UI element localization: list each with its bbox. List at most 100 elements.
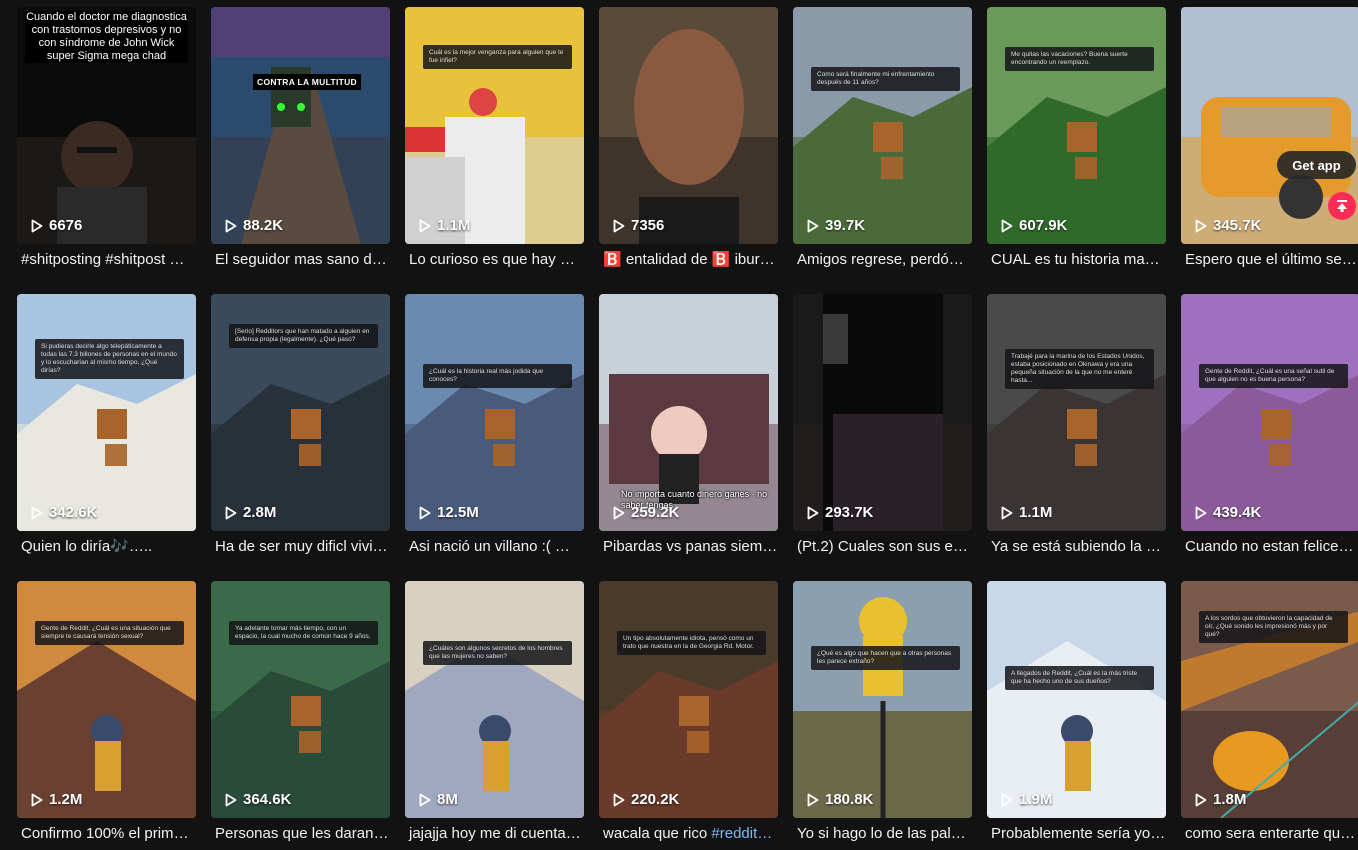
play-icon [1195,219,1207,232]
video-caption[interactable]: #shitposting #shitpost … [17,251,196,269]
video-thumbnail[interactable]: Si pudieras decirle algo telepáticamente… [17,294,196,531]
view-count-label: 259.2K [631,504,680,521]
video-card[interactable]: 293.7K (Pt.2) Cuales son sus ex… [793,294,972,569]
video-thumbnail[interactable]: ¿Qué es algo que hacen que a otras perso… [793,581,972,818]
scroll-to-top-button[interactable] [1328,192,1356,220]
view-count-label: 12.5M [437,504,479,521]
view-count-label: 1.1M [1019,504,1053,521]
thumbnail-art [17,581,196,818]
video-thumbnail[interactable]: [Serio] Redditors que han matado a algui… [211,294,390,531]
video-thumbnail[interactable]: ¿Cuáles son algunos secretos de los homb… [405,581,584,818]
video-thumbnail[interactable]: A los sordos que obtuvieron la capacidad… [1181,581,1358,818]
video-card[interactable]: ¿Cuál es la historia real más jodida que… [405,294,584,569]
video-thumbnail[interactable]: CONTRA LA MULTITUD 88.2K [211,7,390,244]
video-card[interactable]: Si pudieras decirle algo telepáticamente… [17,294,196,569]
video-caption[interactable]: como sera enterarte qu… [1181,825,1358,843]
video-card[interactable]: 7356 🅱️ entalidad de 🅱️ iburo… [599,7,778,282]
video-card[interactable]: A los sordos que obtuvieron la capacidad… [1181,581,1358,850]
video-thumbnail[interactable]: Trabajé para la marina de los Estados Un… [987,294,1166,531]
reddit-post-overlay: Un tipo absolutamente idiota, pensó como… [617,631,766,655]
video-thumbnail[interactable]: Cuando el doctor me diagnostica con tras… [17,7,196,244]
video-caption[interactable]: Amigos regrese, perdón… [793,251,972,269]
thumbnail-art [599,581,778,818]
thumbnail-art [17,294,196,531]
thumbnail-art [211,581,390,818]
video-caption[interactable]: Lo curioso es que hay m… [405,251,584,269]
play-icon [31,506,43,519]
video-caption[interactable]: wacala que rico #reddit… [599,825,778,843]
view-count-label: 342.6K [49,504,98,521]
play-icon [613,506,625,519]
video-caption[interactable]: Espero que el último se… [1181,251,1358,269]
video-thumbnail[interactable]: No importa cuanto dinero ganes · no sabe… [599,294,778,531]
play-icon [1195,506,1207,519]
video-caption[interactable]: jajajja hoy me di cuenta … [405,825,584,843]
view-count: 1.8M [1195,791,1246,808]
reddit-post-overlay: ¿Qué es algo que hacen que a otras perso… [811,646,960,670]
video-caption[interactable]: Ya se está subiendo la p… [987,538,1166,556]
video-thumbnail[interactable]: Un tipo absolutamente idiota, pensó como… [599,581,778,818]
view-count: 1.2M [31,791,82,808]
video-card[interactable]: Como será finalmente mi enfrentamiento d… [793,7,972,282]
play-icon [807,219,819,232]
video-card[interactable]: Me quitas las vacaciones? Buena suerte e… [987,7,1166,282]
video-thumbnail[interactable]: 7356 [599,7,778,244]
video-thumbnail[interactable]: 293.7K [793,294,972,531]
play-icon [419,793,431,806]
video-thumbnail[interactable]: Cuál es la mejor venganza para alguien q… [405,7,584,244]
video-card[interactable]: Gente de Reddit, ¿Cuál es una situación … [17,581,196,850]
video-thumbnail[interactable]: A llegados de Reddit, ¿Cuál es la más tr… [987,581,1166,818]
video-card[interactable]: A llegados de Reddit, ¿Cuál es la más tr… [987,581,1166,850]
thumbnail-art [987,581,1166,818]
view-count-label: 1.2M [49,791,83,808]
video-thumbnail[interactable]: Me quitas las vacaciones? Buena suerte e… [987,7,1166,244]
get-app-button[interactable]: Get app [1277,151,1356,179]
video-thumbnail[interactable]: Gente de Reddit, ¿Cuál es una situación … [17,581,196,818]
video-caption[interactable]: Confirmo 100% el prime… [17,825,196,843]
video-caption[interactable]: CUAL es tu historia man… [987,251,1166,269]
video-card[interactable]: [Serio] Redditors que han matado a algui… [211,294,390,569]
thumbnail-banner: CONTRA LA MULTITUD [253,74,361,90]
video-card[interactable]: Gente de Reddit, ¿Cuál es una señal suti… [1181,294,1358,569]
video-caption[interactable]: Cuando no estan felices… [1181,538,1358,556]
video-card[interactable]: Ya adelante tomar más tiempo, con un esp… [211,581,390,850]
play-icon [225,793,237,806]
view-count: 259.2K [613,504,679,521]
video-card[interactable]: Un tipo absolutamente idiota, pensó como… [599,581,778,850]
video-caption[interactable]: Probablemente sería yo … [987,825,1166,843]
video-card[interactable]: Trabajé para la marina de los Estados Un… [987,294,1166,569]
video-thumbnail[interactable]: ¿Cuál es la historia real más jodida que… [405,294,584,531]
video-caption[interactable]: Pibardas vs panas siem… [599,538,778,556]
reddit-post-overlay: Trabajé para la marina de los Estados Un… [1005,349,1154,389]
thumbnail-art [405,7,584,244]
video-card[interactable]: No importa cuanto dinero ganes · no sabe… [599,294,778,569]
video-card[interactable]: Cuál es la mejor venganza para alguien q… [405,7,584,282]
video-card[interactable]: ¿Cuáles son algunos secretos de los homb… [405,581,584,850]
reddit-post-overlay: Me quitas las vacaciones? Buena suerte e… [1005,47,1154,71]
video-thumbnail[interactable]: Como será finalmente mi enfrentamiento d… [793,7,972,244]
video-caption[interactable]: Personas que les daran … [211,825,390,843]
view-count-label: 1.9M [1019,791,1053,808]
video-card[interactable]: Cuando el doctor me diagnostica con tras… [17,7,196,282]
thumbnail-art [1181,294,1358,531]
video-thumbnail[interactable]: Ya adelante tomar más tiempo, con un esp… [211,581,390,818]
video-caption[interactable]: Asi nació un villano :( … [405,538,584,556]
video-caption[interactable]: El seguidor mas sano d… [211,251,390,269]
video-caption[interactable]: Quien lo diría🎶….. [17,538,196,556]
video-caption[interactable]: Ha de ser muy dificl vivi… [211,538,390,556]
play-icon [419,506,431,519]
video-card[interactable]: CONTRA LA MULTITUD 88.2K El seguidor mas s… [211,7,390,282]
video-thumbnail[interactable]: Gente de Reddit, ¿Cuál es una señal suti… [1181,294,1358,531]
video-caption[interactable]: Yo si hago lo de las palo… [793,825,972,843]
video-card[interactable]: ¿Qué es algo que hacen que a otras perso… [793,581,972,850]
video-card[interactable]: 345.7K Espero que el último se… [1181,7,1358,282]
reddit-post-overlay: ¿Cuáles son algunos secretos de los homb… [423,641,572,665]
video-caption[interactable]: (Pt.2) Cuales son sus ex… [793,538,972,556]
reddit-post-overlay: [Serio] Redditors que han matado a algui… [229,324,378,348]
play-icon [807,793,819,806]
video-caption[interactable]: 🅱️ entalidad de 🅱️ iburo… [599,251,778,269]
thumbnail-art [987,7,1166,244]
reddit-post-overlay: Gente de Reddit, ¿Cuál es una señal suti… [1199,364,1348,388]
thumbnail-art [405,294,584,531]
caption-hashtag[interactable]: #reddit… [711,825,772,842]
